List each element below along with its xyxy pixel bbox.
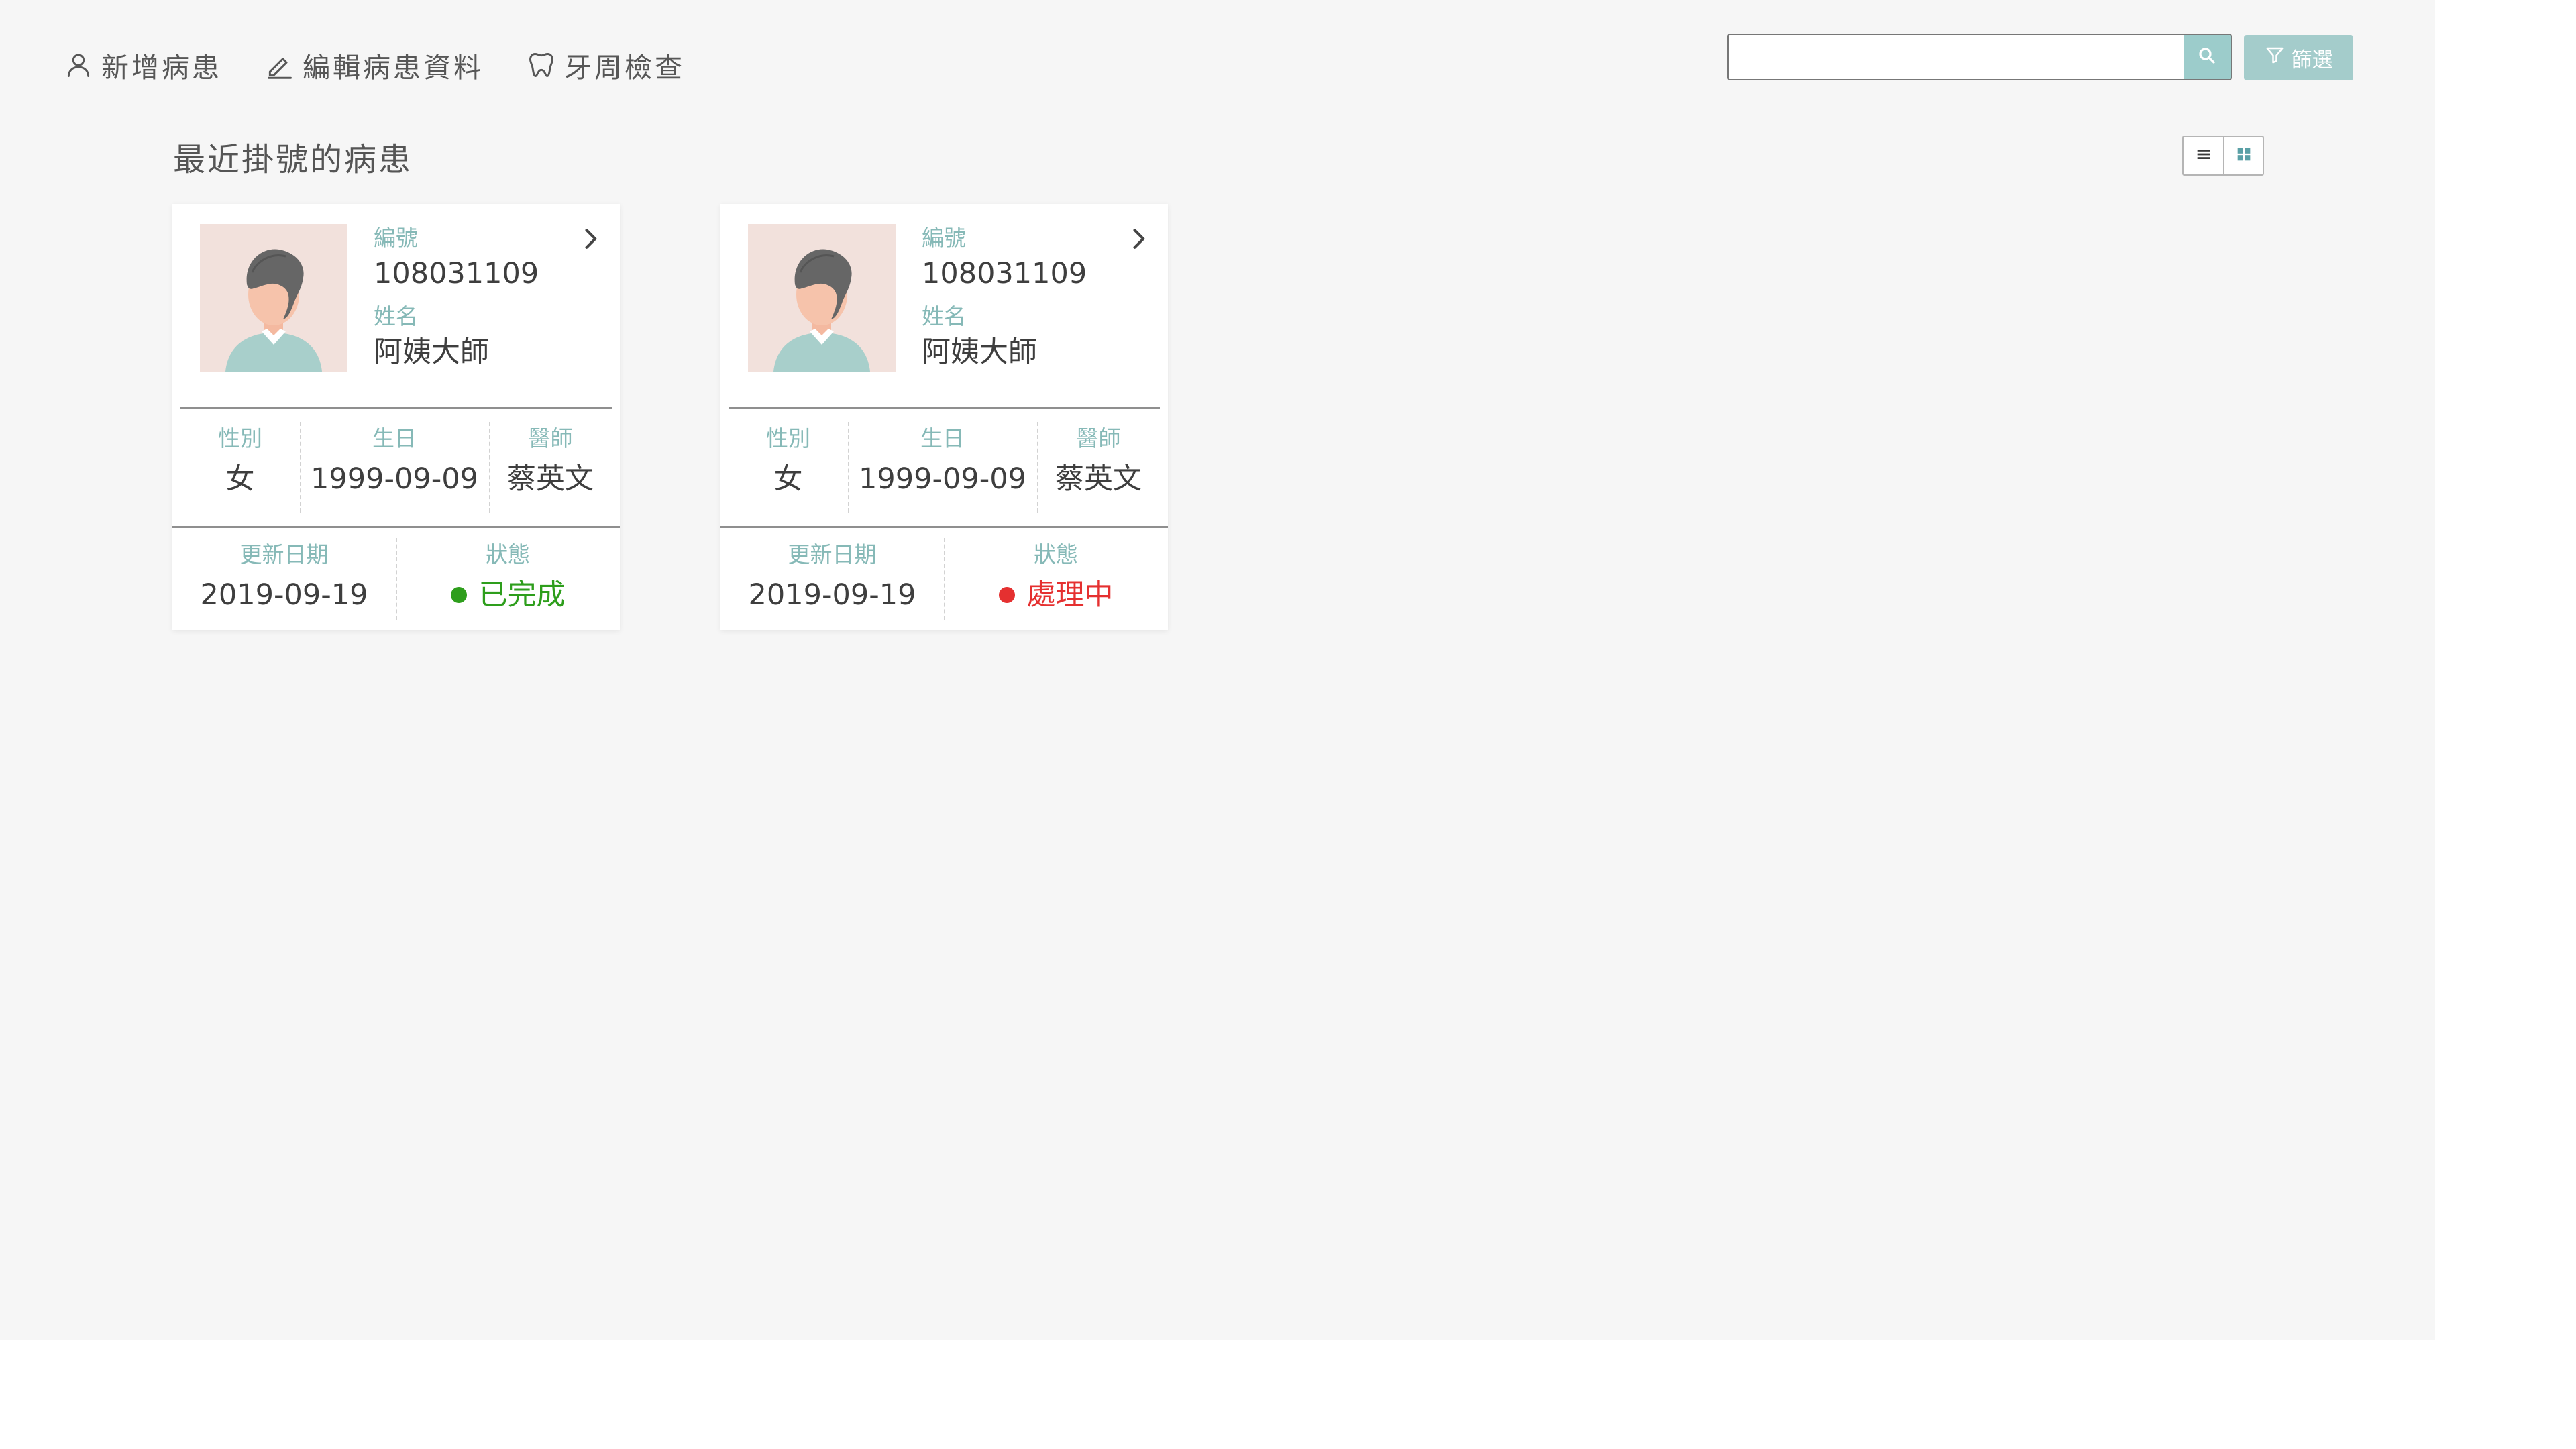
status-text: 處理中 [1026,578,1114,612]
status-text: 已完成 [478,578,566,612]
id-label: 編號 [922,225,966,251]
patient-gender: 女 [225,462,255,496]
doctor-label: 醫師 [528,425,573,451]
chevron-right-icon[interactable] [576,224,605,254]
patient-doctor: 蔡英文 [507,462,594,496]
search-icon [2197,46,2217,68]
card-details-row: 性別 女 生日 1999-09-09 醫師 蔡英文 [729,422,1160,513]
doctor-label: 醫師 [1076,425,1121,451]
grid-view-icon [2235,145,2253,166]
birthday-label: 生日 [920,425,965,451]
card-divider [180,407,612,409]
patient-doctor: 蔡英文 [1055,462,1142,496]
status-cell: 狀態 處理中 [944,538,1168,620]
doctor-cell: 醫師 蔡英文 [1037,422,1160,513]
name-label: 姓名 [374,303,418,329]
app-root: 新增病患 編輯病患資料 牙周檢查 篩選 最近掛號的病患 編號 108031109… [0,0,2435,1340]
filter-label: 篩選 [2291,48,2333,72]
name-label: 姓名 [922,303,966,329]
filter-button[interactable]: 篩選 [2244,35,2353,80]
list-view-icon [2194,145,2213,166]
patient-gender: 女 [773,462,803,496]
card-status-row: 更新日期 2019-09-19 狀態 已完成 [172,538,620,620]
add-patient-button[interactable]: 新增病患 [64,45,222,85]
patient-birthday: 1999-09-09 [859,462,1026,496]
gender-label: 性別 [766,425,810,451]
status-badge: 已完成 [396,572,620,619]
card-divider [729,407,1160,409]
pencil-icon [265,50,294,80]
patient-avatar [200,224,347,372]
user-icon [64,50,93,80]
updated-label: 更新日期 [788,541,877,568]
edit-patient-button[interactable]: 編輯病患資料 [265,45,484,85]
perio-exam-label: 牙周檢查 [564,52,685,84]
gender-cell: 性別 女 [180,422,300,513]
gender-cell: 性別 女 [729,422,848,513]
patient-updated: 2019-09-19 [200,578,368,612]
card-details-row: 性別 女 生日 1999-09-09 醫師 蔡英文 [180,422,612,513]
status-cell: 狀態 已完成 [396,538,620,620]
birthday-cell: 生日 1999-09-09 [848,422,1037,513]
page-title: 最近掛號的病患 [173,141,413,178]
card-divider [172,526,620,528]
status-badge: 處理中 [944,572,1168,619]
list-view-button[interactable] [2184,137,2223,174]
card-divider [720,526,1168,528]
grid-view-button[interactable] [2223,137,2263,174]
chevron-right-icon[interactable] [1124,224,1153,254]
birthday-cell: 生日 1999-09-09 [300,422,489,513]
patient-card[interactable]: 編號 108031109 姓名 阿姨大師 性別 女 生日 1999-09-09 … [720,204,1168,630]
perio-exam-button[interactable]: 牙周檢查 [527,45,685,85]
search-button[interactable] [2184,35,2231,79]
gender-label: 性別 [218,425,262,451]
patient-info: 編號 108031109 姓名 阿姨大師 [374,223,539,380]
filter-icon [2265,45,2285,70]
patient-name: 阿姨大師 [922,335,1037,369]
patient-name: 阿姨大師 [374,335,489,369]
search-input[interactable] [1729,35,2185,79]
patient-birthday: 1999-09-09 [311,462,478,496]
add-patient-label: 新增病患 [101,52,222,84]
status-label: 狀態 [486,541,530,568]
search-box [1727,34,2232,80]
birthday-label: 生日 [372,425,417,451]
updated-label: 更新日期 [239,541,329,568]
updated-cell: 更新日期 2019-09-19 [172,538,396,620]
updated-cell: 更新日期 2019-09-19 [720,538,944,620]
edit-patient-label: 編輯病患資料 [303,52,484,84]
id-label: 編號 [374,225,418,251]
patient-card[interactable]: 編號 108031109 姓名 阿姨大師 性別 女 生日 1999-09-09 … [172,204,620,630]
status-dot-icon [998,586,1015,603]
patient-info: 編號 108031109 姓名 阿姨大師 [922,223,1087,380]
patient-avatar [748,224,896,372]
status-dot-icon [450,586,467,603]
tooth-icon [527,50,556,80]
patient-id: 108031109 [922,257,1087,290]
top-nav: 新增病患 編輯病患資料 牙周檢查 [64,42,685,89]
doctor-cell: 醫師 蔡英文 [489,422,612,513]
patient-id: 108031109 [374,257,539,290]
view-toggle [2182,136,2264,176]
status-label: 狀態 [1034,541,1078,568]
patient-updated: 2019-09-19 [748,578,916,612]
card-status-row: 更新日期 2019-09-19 狀態 處理中 [720,538,1168,620]
